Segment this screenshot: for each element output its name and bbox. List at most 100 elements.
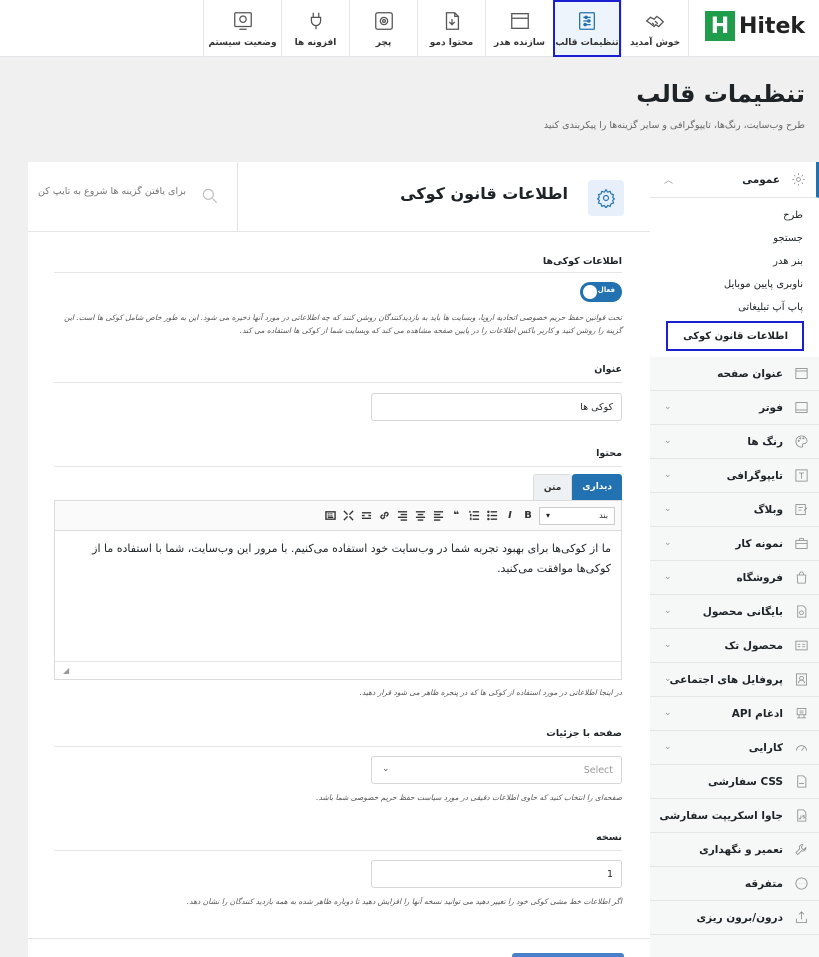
chevron-down-icon: ⌄: [382, 764, 390, 774]
sidebar-item-dots-circle[interactable]: متفرقه: [650, 867, 819, 901]
link-icon[interactable]: [377, 508, 391, 524]
bullet-list-icon[interactable]: [485, 508, 499, 524]
sidebar-item-css-file[interactable]: CSS سفارشی: [650, 765, 819, 799]
brand-logo[interactable]: H Hitek: [704, 11, 805, 41]
briefcase-icon: [793, 536, 809, 552]
typography-icon: [793, 468, 809, 484]
cookie-title-input[interactable]: [371, 393, 622, 421]
sidebar-item-label: رنگ ها: [747, 435, 783, 448]
field-details-page-title: صفحه با جزئیات: [546, 728, 622, 739]
resize-handle-icon[interactable]: ◢: [63, 666, 69, 675]
import-export-icon: [793, 910, 809, 926]
sidebar-sub-search[interactable]: جستجو: [650, 227, 819, 250]
nav-header-builder[interactable]: سازنده هدر: [485, 0, 553, 57]
details-page-select[interactable]: Select ⌄: [371, 756, 622, 784]
sidebar-item-palette[interactable]: رنگ ها ⌄: [650, 425, 819, 459]
sidebar-item-label: نمونه کار: [735, 537, 783, 550]
sidebar-item-js-file[interactable]: جاوا اسکریپت سفارشی: [650, 799, 819, 833]
sidebar-item-typography[interactable]: تایپوگرافی ⌄: [650, 459, 819, 493]
editor-toolbar: بند ▾ B I ❝: [55, 501, 621, 531]
sidebar-item-single-product[interactable]: محصول تک ⌄: [650, 629, 819, 663]
save-button[interactable]: [512, 953, 624, 957]
sidebar-sub-mobile-nav[interactable]: ناوبری پایین موبایل: [650, 273, 819, 296]
blockquote-icon[interactable]: ❝: [449, 508, 463, 524]
window-icon: [510, 12, 529, 29]
sidebar-item-label: متفرقه: [744, 877, 783, 890]
more-tag-icon[interactable]: [359, 508, 373, 524]
chevron-down-icon: ⌄: [664, 572, 672, 582]
chevron-down-icon: ⌄: [664, 674, 672, 684]
sidebar-item-api[interactable]: ادغام API ⌄: [650, 697, 819, 731]
paragraph-select[interactable]: بند ▾: [539, 506, 615, 525]
chevron-down-icon: ⌄: [664, 402, 672, 412]
field-title-label: عنوان: [594, 364, 622, 375]
sliders-icon: [579, 11, 595, 30]
numbered-list-icon[interactable]: [467, 508, 481, 524]
sidebar-item-label: تعمیر و نگهداری: [699, 843, 783, 856]
version-input[interactable]: [371, 860, 622, 888]
align-left-icon[interactable]: [431, 508, 445, 524]
italic-icon[interactable]: I: [503, 508, 517, 524]
plug-icon: [310, 12, 321, 29]
nav-label: خوش آمدید: [629, 37, 681, 48]
editor-body[interactable]: ما از کوکی‌ها برای بهبود تجربه شما در وب…: [55, 531, 621, 587]
sidebar-sub-header-banner[interactable]: بنر هدر: [650, 250, 819, 273]
content-editor[interactable]: بند ▾ B I ❝ ما از کوکی‌ها برای بهبود تجر…: [54, 500, 622, 680]
tab-visual[interactable]: دیداری: [572, 474, 622, 500]
option-search: [28, 162, 238, 232]
select-placeholder: Select: [583, 765, 613, 776]
sidebar-item-product-archive[interactable]: بایگانی محصول ⌄: [650, 595, 819, 629]
nav-plugins[interactable]: افزونه ها: [281, 0, 349, 57]
search-input[interactable]: [36, 186, 186, 197]
sidebar-item-label: CSS سفارشی: [707, 775, 783, 788]
chevron-down-icon: ⌄: [664, 606, 672, 616]
footer-icon: [793, 400, 809, 416]
sidebar-item-label: جاوا اسکریپت سفارشی: [659, 809, 783, 822]
nav-welcome[interactable]: خوش آمدید: [621, 0, 689, 57]
sidebar-item-label: کارایی: [748, 741, 783, 754]
sidebar-item-briefcase[interactable]: نمونه کار ⌄: [650, 527, 819, 561]
align-center-icon[interactable]: [413, 508, 427, 524]
logo-text: Hitek: [738, 13, 805, 39]
align-right-icon[interactable]: [395, 508, 409, 524]
sidebar-item-import-export[interactable]: درون/برون ریزی: [650, 901, 819, 935]
nav-patcher[interactable]: پچر: [349, 0, 417, 57]
cookie-info-toggle[interactable]: فعال: [580, 282, 622, 302]
nav-system-status[interactable]: وضعیت سیستم: [203, 0, 281, 57]
nav-demo-content[interactable]: محتوا دمو: [417, 0, 485, 57]
sidebar-item-shopping-bag[interactable]: فروشگاه ⌄: [650, 561, 819, 595]
top-bar: H Hitek خوش آمدید تنظیمات قالب سازنده هد…: [0, 0, 819, 57]
handshake-icon: [645, 15, 665, 27]
sidebar-sub-promo-popup[interactable]: پاپ آپ تبلیغاتی: [650, 296, 819, 319]
page-title: تنظیمات قالب: [636, 80, 805, 108]
sidebar-item-social-profile[interactable]: پروفایل های اجتماعی ⌄: [650, 663, 819, 697]
editor-status-bar: [55, 661, 621, 679]
fullscreen-icon[interactable]: [341, 508, 355, 524]
general-sub-list: طرح جستجو بنر هدر ناوبری پایین موبایل پا…: [650, 198, 819, 357]
divider: [54, 272, 622, 273]
sidebar-sub-cookie-law[interactable]: اطلاعات قانون کوکی: [666, 321, 804, 351]
sidebar-item-wrench[interactable]: تعمیر و نگهداری: [650, 833, 819, 867]
sidebar-item-footer[interactable]: فوتر ⌄: [650, 391, 819, 425]
speedometer-icon: [793, 740, 809, 756]
chevron-down-icon: ⌄: [664, 436, 672, 446]
sidebar-sub-layout[interactable]: طرح: [650, 204, 819, 227]
sidebar-item-speedometer[interactable]: کارایی ⌄: [650, 731, 819, 765]
file-import-icon: [445, 11, 459, 30]
bold-icon[interactable]: B: [521, 508, 535, 524]
sidebar-item-page-title[interactable]: عنوان صفحه: [650, 357, 819, 391]
sidebar-item-blog[interactable]: وبلاگ ⌄: [650, 493, 819, 527]
sidebar-item-general[interactable]: عمومی ︿: [650, 162, 819, 198]
caret-down-icon: ▾: [546, 511, 551, 520]
chevron-up-icon: ︿: [664, 176, 674, 186]
patcher-gear-icon: [374, 11, 393, 30]
tab-text[interactable]: متن: [532, 474, 573, 500]
logo-mark: H: [704, 11, 735, 41]
field-version-title: نسخه: [596, 832, 622, 843]
divider: [54, 746, 622, 747]
nav-label: محتوا دمو: [429, 37, 474, 48]
nav-theme-settings[interactable]: تنظیمات قالب: [553, 0, 621, 57]
sidebar-item-label: درون/برون ریزی: [696, 911, 783, 924]
toolbar-toggle-icon[interactable]: [323, 508, 337, 524]
gear-icon: [790, 172, 806, 188]
